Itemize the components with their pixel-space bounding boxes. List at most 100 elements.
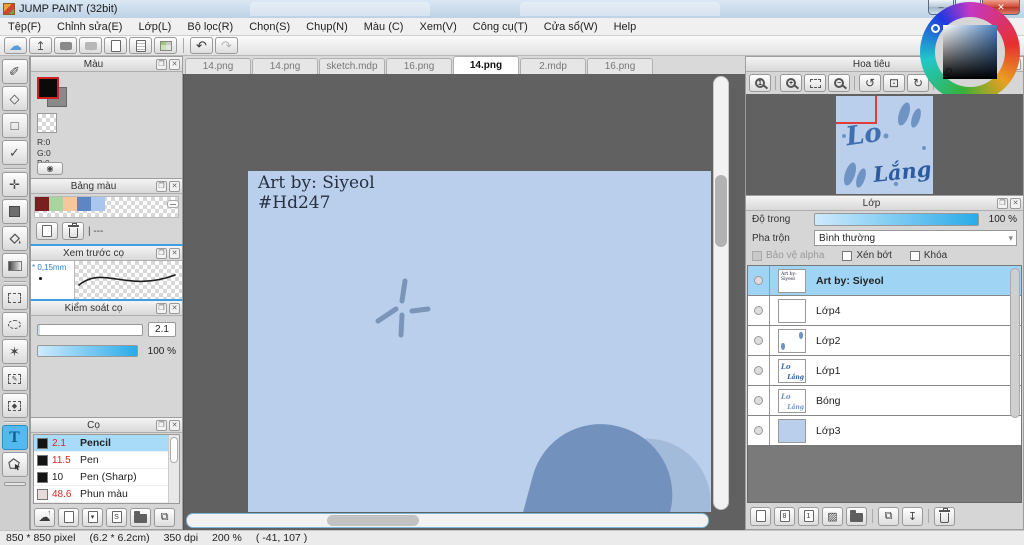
brush-opacity-slider[interactable] — [37, 345, 138, 357]
select-eraser-tool-button[interactable]: ◆ — [1, 393, 28, 418]
close-icon[interactable]: ✕ — [169, 58, 180, 70]
brush-tool-button[interactable]: ✐ — [1, 59, 28, 84]
zoom-in-button[interactable]: + — [780, 74, 802, 92]
tab-2mdp[interactable]: 2.mdp — [520, 58, 586, 74]
palette-swatch[interactable] — [49, 197, 63, 211]
popout-icon[interactable]: ❐ — [156, 58, 167, 70]
layer-opacity-slider[interactable] — [814, 213, 979, 226]
sv-cursor[interactable] — [946, 68, 952, 74]
popout-icon[interactable]: ❐ — [156, 247, 167, 259]
clipping-checkbox[interactable] — [842, 250, 853, 261]
text-tool-button[interactable]: T — [1, 425, 28, 450]
close-icon[interactable]: ✕ — [169, 247, 180, 259]
script-brush-button[interactable]: S — [106, 507, 127, 527]
merge-layer-button[interactable]: ↧ — [902, 506, 923, 526]
menu-chon[interactable]: Chọn(S) — [241, 21, 298, 33]
menu-mau[interactable]: Màu (C) — [356, 21, 412, 33]
magic-wand-tool-button[interactable]: ✶ — [1, 339, 28, 364]
brush-list-scrollbar[interactable] — [168, 435, 179, 503]
brush-cloud-download-button[interactable]: ☁ ↑ — [34, 507, 55, 527]
delete-layer-button[interactable] — [934, 506, 955, 526]
tab-14png-2[interactable]: 14.png — [252, 58, 318, 74]
tab-sketchmdp[interactable]: sketch.mdp — [319, 58, 385, 74]
document-list-button[interactable] — [129, 37, 152, 54]
layer-visibility-toggle[interactable] — [754, 396, 763, 405]
transparent-color-swatch[interactable] — [37, 113, 57, 133]
navigator-thumbnail[interactable]: Lo Lắng — [836, 96, 933, 194]
eraser-tool-button[interactable]: ◇ — [1, 86, 28, 111]
layer-row-lop3[interactable]: Lớp3 — [748, 416, 1021, 445]
menu-xem[interactable]: Xem(V) — [411, 21, 464, 33]
select-pen-tool-button[interactable]: ✎ — [1, 366, 28, 391]
layer-list-scrollbar[interactable] — [1009, 266, 1021, 445]
menu-chinh-sua[interactable]: Chỉnh sửa(E) — [49, 21, 130, 33]
menu-cua-so[interactable]: Cửa sổ(W) — [536, 21, 606, 33]
reset-rotation-button[interactable]: ⊡ — [883, 74, 905, 92]
brush-size-value[interactable]: 2.1 — [148, 322, 176, 337]
close-icon[interactable]: ✕ — [169, 180, 180, 192]
export-button[interactable]: ↥ — [29, 37, 52, 54]
popout-icon[interactable]: ❐ — [156, 180, 167, 192]
delete-palette-color-button[interactable] — [62, 222, 84, 240]
close-icon[interactable]: ✕ — [169, 302, 180, 314]
brush-item-pen-sharp[interactable]: 10 Pen (Sharp) — [34, 469, 179, 486]
palette-swatch[interactable] — [63, 197, 77, 211]
palette-swatch[interactable] — [35, 197, 49, 211]
gradient-tool-button[interactable] — [1, 253, 28, 278]
menu-tep[interactable]: Tệp(F) — [0, 21, 49, 33]
layer-row-bong[interactable]: Lo Lắng Bóng — [748, 386, 1021, 416]
add-1bit-layer-button[interactable]: 1 — [798, 506, 819, 526]
navigator-preview-area[interactable]: Lo Lắng — [746, 94, 1023, 195]
shape-rectangle-tool-button[interactable]: □ — [1, 113, 28, 138]
eyedropper-button[interactable]: ◉ — [37, 162, 63, 175]
comment-flat-button[interactable] — [79, 37, 102, 54]
palette-swatch[interactable] — [77, 197, 91, 211]
menu-chup[interactable]: Chụp(N) — [298, 21, 356, 33]
new-document-button[interactable] — [104, 37, 127, 54]
menu-cong-cu[interactable]: Công cụ(T) — [465, 21, 536, 33]
protect-alpha-checkbox[interactable] — [752, 250, 762, 261]
rect-select-tool-button[interactable] — [1, 285, 28, 310]
rotate-left-button[interactable]: ↺ — [859, 74, 881, 92]
hue-wheel[interactable] — [920, 2, 1020, 102]
tab-16png-2[interactable]: 16.png — [587, 58, 653, 74]
zoom-actual-button[interactable]: 1 — [749, 74, 771, 92]
canvas-vertical-scrollbar[interactable] — [713, 76, 729, 510]
duplicate-layer-button[interactable]: ⧉ — [878, 506, 899, 526]
add-layer-button[interactable] — [750, 506, 771, 526]
foreground-color-swatch[interactable] — [37, 77, 59, 99]
layer-row-lop2[interactable]: Lớp2 — [748, 326, 1021, 356]
save-brush-button[interactable]: ▾ — [82, 507, 103, 527]
brush-folder-button[interactable] — [130, 507, 151, 527]
add-8bit-layer-button[interactable]: 8 — [774, 506, 795, 526]
add-layer-folder-button[interactable] — [846, 506, 867, 526]
popout-icon[interactable]: ❐ — [156, 302, 167, 314]
fit-screen-button[interactable] — [804, 74, 826, 92]
layer-row-art-by-siyeol[interactable]: Art by: Siyeol Art by: Siyeol — [748, 266, 1021, 296]
blend-mode-dropdown[interactable]: Bình thường ▾ — [814, 230, 1017, 246]
add-brush-button[interactable] — [58, 507, 79, 527]
hue-cursor[interactable] — [931, 24, 940, 33]
close-icon[interactable]: ✕ — [1010, 197, 1021, 209]
canvas-horizontal-scrollbar[interactable] — [186, 513, 709, 528]
polyline-tool-button[interactable]: ✓ — [1, 140, 28, 165]
add-tone-layer-button[interactable]: ▨ — [822, 506, 843, 526]
menu-lop[interactable]: Lớp(L) — [130, 21, 179, 33]
layer-row-lop4[interactable]: Lớp4 — [748, 296, 1021, 326]
popout-icon[interactable]: ❐ — [156, 419, 167, 431]
close-icon[interactable]: ✕ — [169, 419, 180, 431]
popout-icon[interactable]: ❐ — [997, 197, 1008, 209]
menu-bo-loc[interactable]: Bộ lọc(R) — [179, 21, 241, 33]
tab-16png-1[interactable]: 16.png — [386, 58, 452, 74]
move-tool-button[interactable]: ✛ — [1, 172, 28, 197]
layer-row-lop1[interactable]: Lo Lắng Lớp1 — [748, 356, 1021, 386]
layer-visibility-toggle[interactable] — [754, 276, 763, 285]
brush-item-pencil[interactable]: 2.1 Pencil — [34, 435, 179, 452]
lock-checkbox[interactable] — [909, 250, 920, 261]
lasso-tool-button[interactable] — [1, 312, 28, 337]
redo-button[interactable]: ↷ — [215, 37, 238, 54]
canvas[interactable]: Art by: Siyeol #Hd247 — [248, 171, 711, 512]
palette-swatch[interactable] — [91, 197, 105, 211]
tool-strip-scrollbar[interactable] — [3, 482, 26, 486]
shape-operate-tool-button[interactable] — [1, 452, 28, 477]
